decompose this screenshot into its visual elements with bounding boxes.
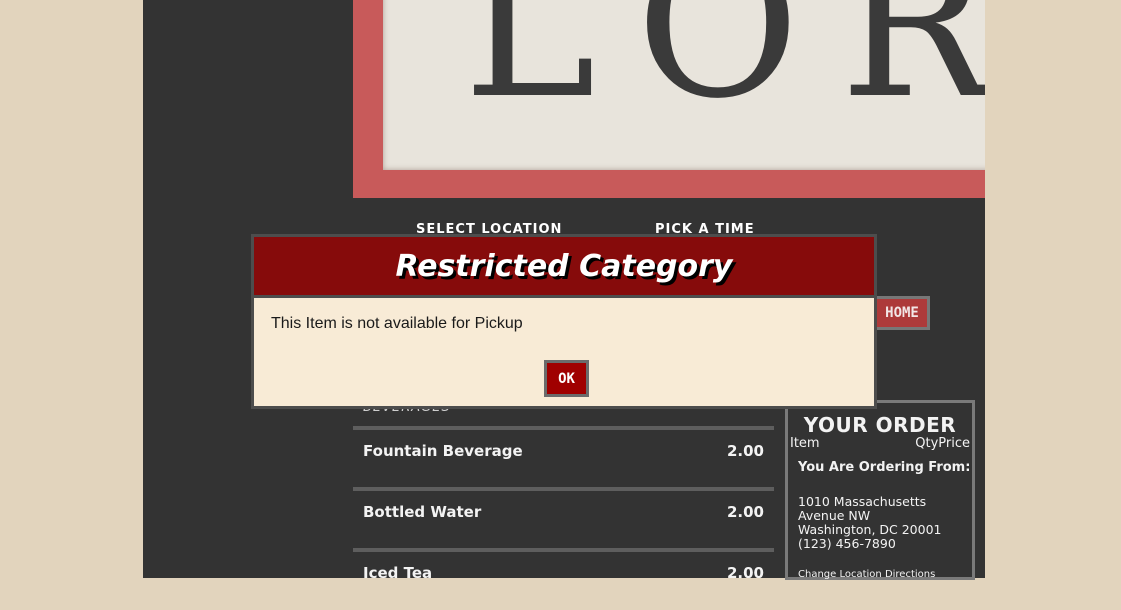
menu-item[interactable]: Fountain Beverage 2.00 [353,426,774,488]
address-line: Washington, DC 20001 [798,522,942,537]
order-panel: YOUR ORDER Item QtyPrice You Are Orderin… [785,400,975,580]
ordering-from-label: You Are Ordering From: [798,460,971,475]
menu-item[interactable]: Bottled Water 2.00 [353,487,774,549]
logo-banner: LOR [353,0,985,198]
menu-item-name: Fountain Beverage [363,442,523,460]
dialog-header: Restricted Category [254,237,874,298]
dialog-title: Restricted Category [395,248,733,284]
menu-item-price: 2.00 [726,564,764,582]
home-button[interactable]: HOME [874,296,930,330]
logo-text: LOR [463,0,985,143]
restricted-category-dialog: Restricted Category This Item is not ava… [251,234,877,409]
menu-item[interactable]: Iced Tea 2.00 [353,548,774,610]
menu-item-name: Bottled Water [363,503,482,521]
menu-item-price: 2.00 [726,442,764,460]
order-col-qty-price: QtyPrice [915,436,970,451]
address-line: 1010 Massachusetts [798,494,927,509]
dialog-message: This Item is not available for Pickup [271,315,523,332]
menu-item-price: 2.00 [726,503,764,521]
address-line: Avenue NW [798,508,871,523]
location-links[interactable]: Change Location Directions [798,569,935,580]
order-col-item: Item [790,436,820,451]
logo-paper: LOR [383,0,985,170]
ok-button[interactable]: OK [544,360,589,397]
store-address: 1010 Massachusetts Avenue NW Washington,… [798,495,942,551]
menu-item-name: Iced Tea [363,564,433,582]
store-phone: (123) 456-7890 [798,536,896,551]
order-title: YOUR ORDER [803,413,957,437]
